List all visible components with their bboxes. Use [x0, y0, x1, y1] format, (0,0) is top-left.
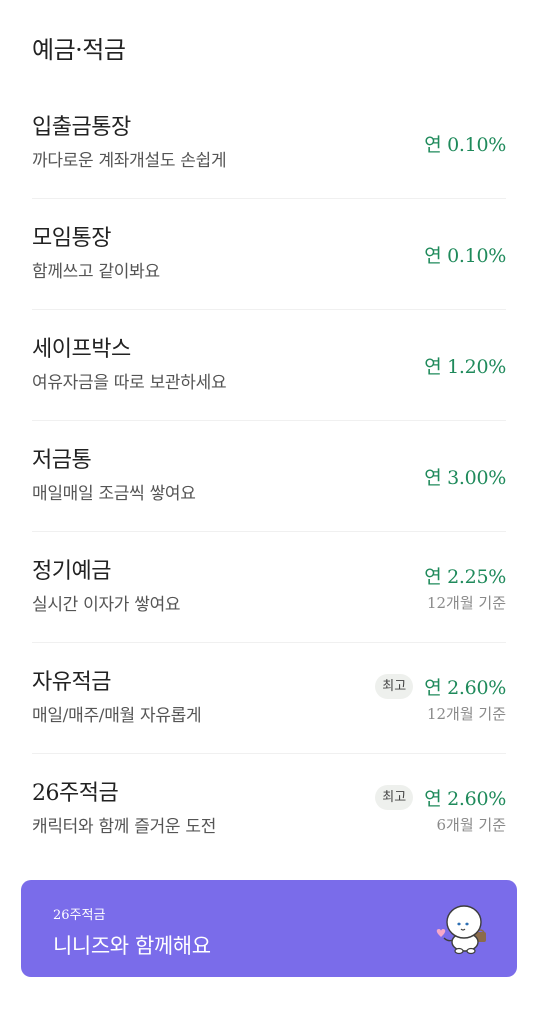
rate-line: 연 1.20% — [424, 352, 506, 379]
product-desc: 매일매일 조금씩 쌓여요 — [32, 484, 196, 504]
product-desc: 함께쓰고 같이봐요 — [32, 262, 160, 282]
rate-line: 연 0.10% — [424, 241, 506, 268]
product-desc: 캐릭터와 함께 즐거운 도전 — [32, 817, 217, 837]
mascot-character-icon — [436, 905, 486, 955]
banner-title: 니니즈와 함께해요 — [53, 934, 211, 958]
product-row-group-account[interactable]: 모임통장 함께쓰고 같이봐요 연 0.10% — [32, 199, 506, 310]
rate-line: 연 2.25% — [424, 562, 506, 589]
banner-subtitle: 26주적금 — [53, 908, 106, 923]
interest-rate: 연 0.10% — [424, 133, 506, 156]
interest-rate: 연 3.00% — [424, 466, 506, 489]
product-desc: 매일/매주/매월 자유롭게 — [32, 706, 202, 726]
product-name: 저금통 — [32, 448, 92, 473]
product-row-fixed-deposit[interactable]: 정기예금 실시간 이자가 쌓여요 연 2.25% 12개월 기준 — [32, 532, 506, 643]
rate-box: 연 2.25% 12개월 기준 — [424, 532, 506, 642]
section-title: 예금·적금 — [32, 36, 126, 64]
rate-line: 연 3.00% — [424, 463, 506, 490]
rate-line: 최고 연 2.60% — [375, 673, 506, 700]
product-row-safebox[interactable]: 세이프박스 여유자금을 따로 보관하세요 연 1.20% — [32, 310, 506, 421]
interest-rate: 연 1.20% — [424, 355, 506, 378]
product-list: 입출금통장 까다로운 계좌개설도 손쉽게 연 0.10% 모임통장 함께쓰고 같… — [32, 88, 506, 864]
product-name: 정기예금 — [32, 559, 111, 584]
interest-rate: 연 0.10% — [424, 244, 506, 267]
best-rate-badge: 최고 — [375, 673, 414, 699]
product-name: 26주적금 — [32, 781, 119, 806]
product-row-free-savings[interactable]: 자유적금 매일/매주/매월 자유롭게 최고 연 2.60% 12개월 기준 — [32, 643, 506, 754]
product-row-piggy-bank[interactable]: 저금통 매일매일 조금씩 쌓여요 연 3.00% — [32, 421, 506, 532]
rate-box: 연 0.10% — [424, 88, 506, 198]
product-name: 자유적금 — [32, 670, 111, 695]
rate-box: 최고 연 2.60% 12개월 기준 — [375, 643, 506, 753]
best-rate-badge: 최고 — [375, 784, 414, 810]
product-desc: 실시간 이자가 쌓여요 — [32, 595, 181, 615]
interest-rate: 연 2.60% — [424, 676, 506, 699]
product-row-checking[interactable]: 입출금통장 까다로운 계좌개설도 손쉽게 연 0.10% — [32, 88, 506, 199]
product-desc: 까다로운 계좌개설도 손쉽게 — [32, 151, 227, 171]
rate-term-note: 12개월 기준 — [426, 704, 506, 723]
product-desc: 여유자금을 따로 보관하세요 — [32, 373, 227, 393]
promo-banner[interactable]: 26주적금 니니즈와 함께해요 — [21, 880, 517, 977]
rate-box: 최고 연 2.60% 6개월 기준 — [375, 754, 506, 864]
interest-rate: 연 2.60% — [424, 787, 506, 810]
rate-box: 연 0.10% — [424, 199, 506, 309]
product-name: 모임통장 — [32, 226, 111, 251]
rate-box: 연 1.20% — [424, 310, 506, 420]
rate-term-note: 12개월 기준 — [426, 593, 506, 612]
rate-term-note: 6개월 기준 — [436, 815, 506, 834]
rate-line: 연 0.10% — [424, 130, 506, 157]
rate-box: 연 3.00% — [424, 421, 506, 531]
product-name: 세이프박스 — [32, 337, 131, 362]
interest-rate: 연 2.25% — [424, 565, 506, 588]
product-row-26-week-savings[interactable]: 26주적금 캐릭터와 함께 즐거운 도전 최고 연 2.60% 6개월 기준 — [32, 754, 506, 864]
rate-line: 최고 연 2.60% — [375, 784, 506, 811]
product-name: 입출금통장 — [32, 115, 131, 140]
